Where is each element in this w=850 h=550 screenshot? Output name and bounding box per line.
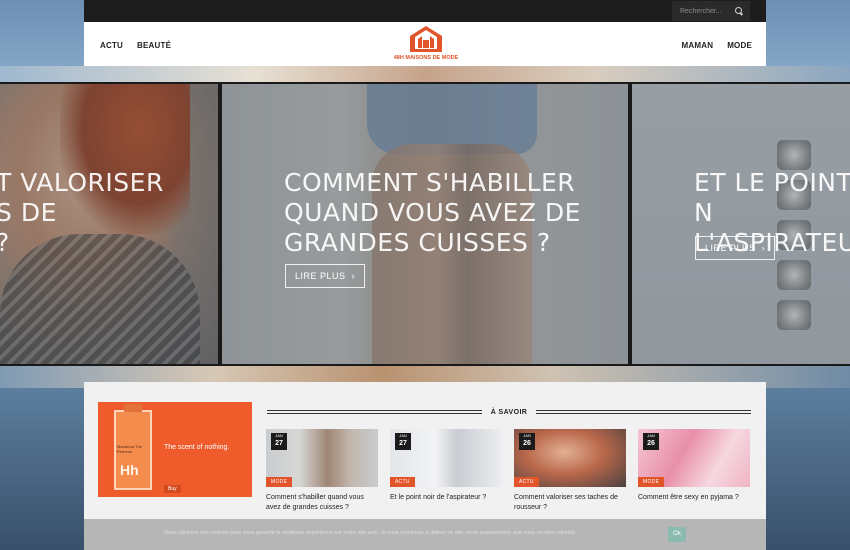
date-badge: JAN 26 — [519, 433, 535, 450]
nav-right: MAMAN MODE — [682, 41, 752, 50]
slide-next-title-line1: ET LE POINT N — [694, 168, 850, 227]
article-title[interactable]: Et le point noir de l'aspirateur ? — [390, 493, 502, 503]
slide-prev-title-line3: ? — [0, 228, 164, 258]
chevron-right-icon: › — [351, 271, 356, 281]
chevron-right-icon: › — [761, 243, 766, 253]
article-thumbnail[interactable]: JAN 26 MODE — [638, 429, 750, 487]
top-bar: Rechercher... — [84, 0, 766, 22]
ad-tagline: The scent of nothing. — [164, 444, 230, 451]
nav-item-actu[interactable]: ACTU — [100, 41, 123, 50]
slide-current-title-line1: COMMENT S'HABILLER — [284, 168, 576, 197]
article-card[interactable]: JAN 27 ACTU Et le point noir de l'aspira… — [390, 429, 502, 503]
date-day: 26 — [523, 440, 531, 447]
logo-house-icon — [406, 24, 446, 54]
ad-hh: Hh — [120, 462, 139, 478]
date-badge: JAN 27 — [271, 433, 287, 450]
nav-left: ACTU BEAUTÉ — [100, 41, 171, 50]
article-card[interactable]: JAN 26 MODE Comment être sexy en pyjama … — [638, 429, 750, 503]
article-title[interactable]: Comment valoriser ses taches de rousseur… — [514, 493, 626, 513]
section-rule-left — [267, 410, 482, 414]
slide-prev[interactable]: T VALORISER S DE ? — [0, 82, 220, 366]
ad-brand: Maradora The Perfume — [117, 444, 143, 454]
article-thumbnail[interactable]: JAN 27 MODE — [266, 429, 378, 487]
read-more-button[interactable]: LIRE PLUS › — [285, 264, 366, 288]
read-more-label: LIRE PLUS — [705, 243, 756, 253]
hero-slider[interactable]: T VALORISER S DE ? COMMENT S'HABILLER QU… — [0, 82, 850, 366]
read-more-label: LIRE PLUS — [295, 271, 346, 281]
search-input[interactable]: Rechercher... — [672, 1, 750, 21]
date-day: 27 — [399, 440, 407, 447]
slide-current-title-line3: GRANDES CUISSES ? — [284, 228, 551, 257]
category-badge[interactable]: ACTU — [390, 477, 415, 487]
section-header: À SAVOIR — [267, 406, 751, 418]
section-title: À SAVOIR — [490, 408, 528, 416]
ad-banner[interactable]: Maradora The Perfume Hh The scent of not… — [98, 402, 252, 497]
logo-text: 48H MAISONS DE MODE — [393, 55, 459, 61]
category-badge[interactable]: MODE — [266, 477, 293, 487]
read-more-button-next[interactable]: LIRE PLUS › — [695, 236, 776, 260]
ad-bottle-cap — [124, 404, 142, 412]
site-header: ACTU BEAUTÉ 48H MAISONS DE MODE MAMAN MO… — [84, 22, 766, 66]
nav-item-mode[interactable]: MODE — [727, 41, 752, 50]
article-card[interactable]: JAN 26 ACTU Comment valoriser ses taches… — [514, 429, 626, 513]
section-rule-right — [536, 410, 751, 414]
slide-current-title-line2: QUAND VOUS AVEZ DE — [284, 198, 581, 227]
category-badge[interactable]: MODE — [638, 477, 665, 487]
nav-item-maman[interactable]: MAMAN — [682, 41, 714, 50]
slide-next[interactable]: ET LE POINT N L'ASPIRATEUR LIRE PLUS › — [630, 82, 850, 366]
site-logo[interactable]: 48H MAISONS DE MODE — [390, 24, 462, 64]
slide-current-title[interactable]: COMMENT S'HABILLER QUAND VOUS AVEZ DE GR… — [284, 168, 581, 258]
slide-prev-title-line1: T VALORISER — [0, 168, 164, 197]
slide-prev-title: T VALORISER S DE ? — [0, 168, 164, 258]
article-title[interactable]: Comment s'habiller quand vous avez de gr… — [266, 493, 378, 513]
cookie-banner: Nous utilisons des cookies pour vous gar… — [84, 519, 766, 550]
article-card[interactable]: JAN 27 MODE Comment s'habiller quand vou… — [266, 429, 378, 513]
slide-prev-title-line2: S DE — [0, 198, 57, 227]
nav-item-beaute[interactable]: BEAUTÉ — [137, 41, 171, 50]
cookie-ok-button[interactable]: Ok — [668, 527, 686, 542]
article-thumbnail[interactable]: JAN 26 ACTU — [514, 429, 626, 487]
ad-buy-button[interactable]: Buy — [164, 485, 181, 493]
date-badge: JAN 27 — [395, 433, 411, 450]
cookie-text: Nous utilisons des cookies pour vous gar… — [164, 530, 577, 536]
article-title[interactable]: Comment être sexy en pyjama ? — [638, 493, 750, 503]
date-day: 27 — [275, 440, 283, 447]
date-day: 26 — [647, 440, 655, 447]
article-thumbnail[interactable]: JAN 27 ACTU — [390, 429, 502, 487]
search-placeholder: Rechercher... — [680, 7, 722, 15]
date-badge: JAN 26 — [643, 433, 659, 450]
search-icon[interactable] — [734, 6, 744, 16]
category-badge[interactable]: ACTU — [514, 477, 539, 487]
slide-current[interactable]: COMMENT S'HABILLER QUAND VOUS AVEZ DE GR… — [220, 82, 630, 366]
